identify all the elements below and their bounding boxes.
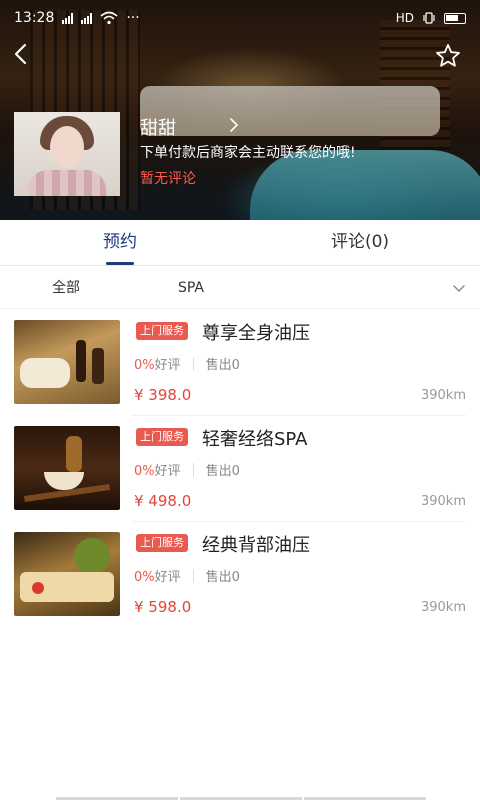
meta-divider — [192, 569, 194, 583]
tab-reviews[interactable]: 评论(0) — [240, 220, 480, 266]
thumb-jar — [66, 436, 82, 472]
avatar — [14, 112, 120, 196]
filter-spa[interactable]: SPA — [178, 267, 204, 309]
thumb-towel — [20, 358, 70, 388]
sold-count: 售出0 — [205, 358, 240, 373]
meta-divider — [192, 357, 194, 371]
service-meta: 0%好评 售出0 — [134, 566, 240, 585]
service-distance: 390km — [420, 600, 466, 615]
service-title: 尊享全身油压 — [202, 323, 310, 344]
merchant-name: 甜甜 — [140, 118, 176, 139]
chevron-right-icon[interactable] — [228, 118, 240, 132]
service-title: 经典背部油压 — [202, 535, 310, 556]
hero-banner: 13:28 ··· HD 甜甜 下单付款后商家会主动联系您的哦! 暂无评论 — [0, 0, 480, 220]
sold-count: 售出0 — [205, 570, 240, 585]
merchant-profile[interactable]: 甜甜 下单付款后商家会主动联系您的哦! 暂无评论 — [14, 112, 464, 196]
signal-icon — [62, 12, 74, 24]
avatar-shirt — [28, 170, 106, 196]
service-item[interactable]: 上门服务 尊享全身油压 0%好评 售出0 ¥ 398.0 390km — [0, 310, 480, 416]
merchant-notice: 下单付款后商家会主动联系您的哦! — [140, 145, 356, 161]
tab-bar: 预约 评论(0) — [0, 220, 480, 266]
rating-percent: 0% — [134, 464, 155, 479]
thumb-flower — [32, 582, 44, 594]
vibrate-icon — [423, 12, 435, 24]
rating-label: 好评 — [154, 464, 181, 479]
tab-booking[interactable]: 预约 — [0, 220, 240, 266]
rating-label: 好评 — [154, 570, 181, 585]
thumb-plant — [74, 538, 110, 574]
onsite-service-badge: 上门服务 — [136, 322, 188, 340]
service-distance: 390km — [420, 494, 466, 509]
rating-percent: 0% — [134, 358, 155, 373]
sold-count: 售出0 — [205, 464, 240, 479]
meta-divider — [192, 463, 194, 477]
service-thumbnail — [14, 320, 120, 404]
chevron-down-icon[interactable] — [452, 281, 466, 295]
more-indicator: ··· — [126, 10, 140, 26]
onsite-service-badge: 上门服务 — [136, 428, 188, 446]
status-bar: 13:28 ··· HD — [0, 0, 480, 36]
battery-icon — [444, 12, 466, 24]
service-item[interactable]: 上门服务 轻奢经络SPA 0%好评 售出0 ¥ 498.0 390km — [0, 416, 480, 522]
rating-label: 好评 — [154, 358, 181, 373]
back-button[interactable] — [10, 42, 34, 66]
rating-percent: 0% — [134, 570, 155, 585]
onsite-service-badge: 上门服务 — [136, 534, 188, 552]
signal-icon-2 — [81, 12, 93, 24]
network-label: HD — [395, 11, 414, 25]
service-thumbnail — [14, 426, 120, 510]
category-filter-bar: 全部 SPA — [0, 267, 480, 309]
service-title: 轻奢经络SPA — [202, 429, 308, 450]
service-meta: 0%好评 售出0 — [134, 460, 240, 479]
service-price: ¥ 398.0 — [134, 386, 192, 404]
avatar-face — [50, 126, 84, 168]
favorite-star-button[interactable] — [434, 42, 462, 70]
service-list: 上门服务 尊享全身油压 0%好评 售出0 ¥ 398.0 390km 上门服务 轻… — [0, 310, 480, 628]
service-price: ¥ 598.0 — [134, 598, 192, 616]
service-price: ¥ 498.0 — [134, 492, 192, 510]
thumb-bottle — [76, 340, 86, 382]
filter-all[interactable]: 全部 — [52, 267, 80, 309]
thumb-bottle-2 — [92, 348, 104, 384]
service-distance: 390km — [420, 388, 466, 403]
service-item[interactable]: 上门服务 经典背部油压 0%好评 售出0 ¥ 598.0 390km — [0, 522, 480, 628]
active-tab-indicator — [106, 262, 134, 265]
service-thumbnail — [14, 532, 120, 616]
status-time: 13:28 — [14, 10, 55, 26]
merchant-rating-status: 暂无评论 — [140, 171, 196, 187]
service-meta: 0%好评 售出0 — [134, 354, 240, 373]
wifi-icon — [100, 11, 118, 25]
